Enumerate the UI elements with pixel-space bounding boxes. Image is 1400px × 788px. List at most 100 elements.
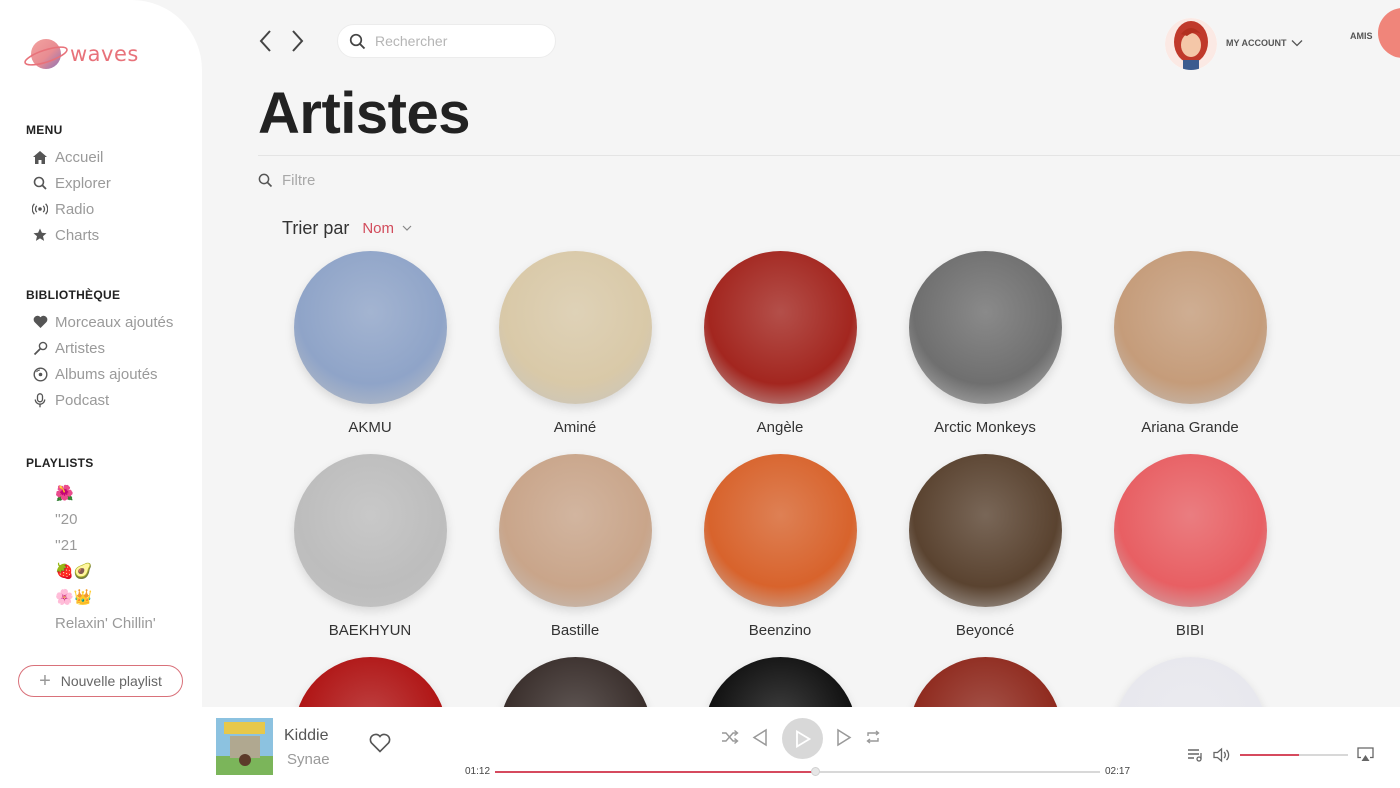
total-time: 02:17: [1105, 766, 1131, 777]
sidebar-item-label: Explorer: [55, 174, 111, 192]
new-playlist-label: Nouvelle playlist: [60, 673, 162, 689]
album-cover[interactable]: [216, 718, 273, 775]
artist-card[interactable]: Arctic Monkeys: [895, 251, 1075, 436]
back-button[interactable]: [256, 29, 276, 53]
artist-name: Angèle: [756, 419, 804, 436]
play-button[interactable]: [782, 718, 823, 759]
artist-photo: [703, 454, 857, 607]
library-list: Morceaux ajoutés Artistes Albums ajoutés…: [32, 309, 173, 413]
radio-icon: [32, 201, 48, 217]
home-icon: [32, 149, 48, 165]
progress-handle[interactable]: [810, 767, 820, 776]
next-button[interactable]: [836, 728, 852, 752]
sidebar-item-label: Accueil: [55, 148, 104, 166]
artist-card[interactable]: BIBI: [1100, 454, 1280, 639]
disc-icon: [32, 366, 48, 382]
airplay-icon: [1357, 747, 1374, 761]
artist-name: Bastille: [550, 622, 600, 639]
artist-card[interactable]: Angèle: [690, 251, 870, 436]
previous-button[interactable]: [752, 728, 768, 752]
queue-button[interactable]: [1187, 748, 1203, 767]
plus-icon: +: [39, 670, 51, 692]
friends-label[interactable]: AMIS: [1350, 31, 1373, 41]
artist-card[interactable]: Bastille: [485, 454, 665, 639]
sidebar-item-accueil[interactable]: Accueil: [32, 144, 111, 170]
cast-button[interactable]: [1357, 747, 1374, 767]
sidebar-item-label: Morceaux ajoutés: [55, 313, 174, 331]
progress-fill: [495, 771, 816, 773]
sidebar-item-podcast[interactable]: Podcast: [32, 387, 173, 413]
microphone-icon: [32, 340, 48, 356]
playlists-list: 🌺 ''20 ''21 🍓🥑 🌸👑 Relaxin' Chillin': [55, 480, 156, 636]
track-title[interactable]: Kiddie: [284, 727, 328, 745]
repeat-button[interactable]: [865, 729, 881, 750]
new-playlist-button[interactable]: + Nouvelle playlist: [18, 665, 183, 697]
playlist-item[interactable]: ''21: [55, 532, 156, 558]
progress-bar[interactable]: [495, 767, 1100, 776]
sidebar-item-radio[interactable]: Radio: [32, 196, 111, 222]
playlist-item[interactable]: ''20: [55, 506, 156, 532]
heart-icon: [32, 314, 48, 330]
artist-card[interactable]: AKMU: [280, 251, 460, 436]
avatar[interactable]: [1165, 18, 1217, 70]
friends-panel-edge[interactable]: [1378, 8, 1400, 58]
track-artist[interactable]: Synae: [287, 751, 330, 768]
artist-photo: [498, 251, 652, 404]
artist-name: Beyoncé: [955, 622, 1015, 639]
library-section-title: BIBLIOTHÈQUE: [26, 288, 121, 302]
shuffle-button[interactable]: [721, 729, 739, 750]
sidebar-item-label: Radio: [55, 200, 95, 218]
artist-card[interactable]: Beenzino: [690, 454, 870, 639]
forward-button[interactable]: [287, 29, 307, 53]
previous-icon: [752, 728, 767, 747]
artist-photo: [293, 454, 447, 607]
planet-logo-icon: [22, 34, 70, 74]
playlist-item[interactable]: 🌺: [55, 480, 156, 506]
queue-icon: [1188, 749, 1202, 762]
sidebar-item-artistes[interactable]: Artistes: [32, 335, 173, 361]
artist-name: BAEKHYUN: [328, 622, 412, 639]
like-button[interactable]: [369, 733, 391, 758]
artist-photo: [908, 454, 1062, 607]
filter-bar: [258, 172, 582, 189]
artist-card[interactable]: Aminé: [485, 251, 665, 436]
my-account-menu[interactable]: MY ACCOUNT: [1226, 38, 1303, 48]
artist-card[interactable]: Ariana Grande: [1100, 251, 1280, 436]
playlist-item[interactable]: 🍓🥑: [55, 558, 156, 584]
sidebar-item-albums[interactable]: Albums ajoutés: [32, 361, 173, 387]
sidebar-item-explorer[interactable]: Explorer: [32, 170, 111, 196]
artist-name: Ariana Grande: [1141, 419, 1239, 436]
artist-photo: [1113, 251, 1267, 404]
avatar-image: [1165, 18, 1217, 70]
chevron-down-icon[interactable]: [402, 225, 412, 232]
artist-name: Arctic Monkeys: [934, 419, 1036, 436]
chevron-down-icon: [1291, 40, 1302, 47]
filter-input[interactable]: [282, 172, 582, 189]
shuffle-icon: [722, 729, 739, 745]
playlist-item[interactable]: 🌸👑: [55, 584, 156, 610]
artist-photo: [1113, 454, 1267, 607]
volume-slider[interactable]: [1240, 754, 1348, 756]
search-input[interactable]: [375, 33, 545, 49]
menu-section-title: MENU: [26, 123, 63, 137]
album-cover-art: [216, 718, 273, 775]
current-time: 01:12: [465, 766, 491, 777]
playlist-item[interactable]: Relaxin' Chillin': [55, 610, 156, 636]
volume-button[interactable]: [1213, 747, 1231, 768]
sidebar-item-morceaux[interactable]: Morceaux ajoutés: [32, 309, 173, 335]
artist-name: AKMU: [348, 419, 392, 436]
app-logo[interactable]: waves: [22, 34, 139, 74]
chevron-right-icon: [292, 30, 304, 52]
search-icon: [349, 33, 366, 49]
artist-card[interactable]: BAEKHYUN: [280, 454, 460, 639]
artist-card[interactable]: Beyoncé: [895, 454, 1075, 639]
search-icon: [258, 173, 273, 188]
artist-photo: [498, 454, 652, 607]
sidebar-item-label: Charts: [55, 226, 100, 244]
heart-outline-icon: [369, 733, 391, 753]
sidebar: waves MENU Accueil Explorer Radio Charts: [0, 0, 202, 788]
sort-select[interactable]: Nom: [362, 220, 394, 237]
sidebar-item-charts[interactable]: Charts: [32, 222, 111, 248]
artist-name: BIBI: [1175, 622, 1205, 639]
next-icon: [837, 728, 852, 747]
